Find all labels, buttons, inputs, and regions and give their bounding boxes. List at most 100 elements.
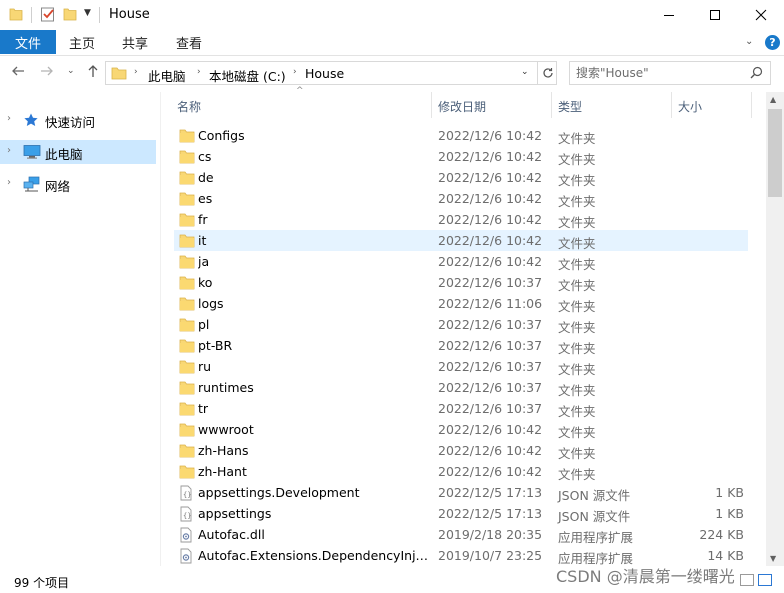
column-headers: ^ 名称 修改日期 类型 大小 — [170, 86, 766, 118]
file-row[interactable]: pt-BR 2022/12/6 10:37 文件夹 — [174, 335, 748, 356]
new-folder-icon[interactable] — [63, 6, 77, 25]
folder-icon — [179, 317, 195, 335]
breadcrumb-separator-icon[interactable]: › — [134, 67, 138, 77]
file-row[interactable]: es 2022/12/6 10:42 文件夹 — [174, 188, 748, 209]
scroll-down-icon[interactable]: ▼ — [770, 554, 776, 563]
breadcrumb-separator-icon[interactable]: › — [197, 67, 201, 77]
refresh-icon — [542, 68, 553, 78]
folder-icon — [179, 170, 195, 188]
sidebar-item-quick-access[interactable]: › 快速访问 — [0, 108, 156, 132]
file-name: zh-Hans — [198, 443, 249, 458]
file-modified-date: 2022/12/6 10:42 — [438, 128, 543, 143]
svg-text:{}: {} — [183, 512, 191, 520]
folder-icon — [179, 359, 195, 377]
file-row[interactable]: {} appsettings 2022/12/5 17:13 JSON 源文件 1 KB — [174, 503, 748, 524]
scroll-up-icon[interactable]: ▲ — [770, 95, 776, 104]
column-header-date[interactable]: 修改日期 — [438, 98, 486, 115]
column-resize-handle[interactable] — [551, 92, 552, 118]
recent-locations-icon[interactable]: ⌄ — [67, 66, 75, 76]
folder-icon — [179, 275, 195, 293]
breadcrumb-this-pc[interactable]: 此电脑 — [148, 66, 186, 85]
ribbon-tabs: 文件 主页 共享 查看 ⌄ ? — [0, 30, 784, 55]
search-input[interactable] — [576, 65, 746, 81]
folder-icon — [179, 464, 195, 482]
file-row[interactable]: logs 2022/12/6 11:06 文件夹 — [174, 293, 748, 314]
tab-view[interactable]: 查看 — [176, 30, 202, 54]
minimize-button[interactable] — [646, 0, 692, 30]
breadcrumb-house[interactable]: House — [305, 66, 344, 81]
forward-button[interactable] — [40, 64, 54, 82]
expand-chevron-icon[interactable]: › — [7, 113, 11, 124]
search-icon[interactable] — [750, 66, 763, 82]
address-bar[interactable]: › 此电脑 › 本地磁盘 (C:) › House ⌄ — [105, 61, 557, 85]
file-row[interactable]: {} appsettings.Development 2022/12/5 17:13… — [174, 482, 748, 503]
file-modified-date: 2022/12/6 10:37 — [438, 338, 543, 353]
file-row[interactable]: zh-Hant 2022/12/6 10:42 文件夹 — [174, 461, 748, 482]
file-row[interactable]: tr 2022/12/6 10:37 文件夹 — [174, 398, 748, 419]
file-modified-date: 2022/12/6 10:37 — [438, 380, 543, 395]
file-type: 文件夹 — [558, 236, 596, 251]
forward-arrow-icon — [41, 66, 53, 76]
file-row[interactable]: de 2022/12/6 10:42 文件夹 — [174, 167, 748, 188]
file-row[interactable]: pl 2022/12/6 10:37 文件夹 — [174, 314, 748, 335]
sidebar-item-network[interactable]: › 网络 — [0, 172, 156, 196]
large-icons-view-icon[interactable] — [758, 574, 772, 586]
maximize-button[interactable] — [692, 0, 738, 30]
tab-file[interactable]: 文件 — [0, 30, 56, 54]
file-type: 应用程序扩展 — [558, 530, 634, 545]
pane-divider[interactable] — [160, 92, 161, 566]
folder-icon — [179, 128, 195, 146]
file-row[interactable]: wwwroot 2022/12/6 10:42 文件夹 — [174, 419, 748, 440]
file-row[interactable]: fr 2022/12/6 10:42 文件夹 — [174, 209, 748, 230]
breadcrumb-separator-icon[interactable]: › — [293, 67, 297, 77]
file-row[interactable]: zh-Hans 2022/12/6 10:42 文件夹 — [174, 440, 748, 461]
file-row[interactable]: it 2022/12/6 10:42 文件夹 — [174, 230, 748, 251]
file-modified-date: 2019/10/7 23:25 — [438, 548, 543, 563]
sidebar-item-label: 快速访问 — [45, 115, 96, 130]
toolbar-separator — [99, 7, 100, 23]
file-row[interactable]: runtimes 2022/12/6 10:37 文件夹 — [174, 377, 748, 398]
properties-icon[interactable] — [40, 6, 56, 25]
customize-toolbar-icon[interactable]: ▼ — [84, 8, 91, 18]
expand-chevron-icon[interactable]: › — [7, 177, 11, 188]
expand-chevron-icon[interactable]: › — [7, 145, 11, 156]
file-row[interactable]: Configs 2022/12/6 10:42 文件夹 — [174, 125, 748, 146]
help-icon[interactable]: ? — [765, 35, 780, 50]
file-type: 文件夹 — [558, 215, 596, 230]
file-type: JSON 源文件 — [558, 488, 631, 503]
scrollbar-thumb[interactable] — [768, 109, 782, 197]
file-row[interactable]: ru 2022/12/6 10:37 文件夹 — [174, 356, 748, 377]
column-header-type[interactable]: 类型 — [558, 98, 582, 115]
file-row[interactable]: ko 2022/12/6 10:37 文件夹 — [174, 272, 748, 293]
file-row[interactable]: ja 2022/12/6 10:42 文件夹 — [174, 251, 748, 272]
folder-icon — [179, 422, 195, 440]
star-icon — [23, 112, 39, 131]
details-view-icon[interactable] — [740, 574, 754, 586]
vertical-scrollbar[interactable]: ▲ ▼ — [766, 92, 784, 566]
column-resize-handle[interactable] — [431, 92, 432, 118]
expand-ribbon-icon[interactable]: ⌄ — [745, 36, 753, 47]
tab-share[interactable]: 共享 — [122, 30, 148, 54]
file-name: Autofac.Extensions.DependencyInjecti... — [198, 548, 430, 563]
close-button[interactable] — [738, 0, 784, 30]
file-name: ko — [198, 275, 213, 290]
file-row[interactable]: Autofac.dll 2019/2/18 20:35 应用程序扩展 224 KB — [174, 524, 748, 545]
file-type: 文件夹 — [558, 446, 596, 461]
back-button[interactable] — [11, 64, 25, 82]
up-button[interactable] — [86, 64, 100, 82]
refresh-button[interactable] — [537, 62, 557, 84]
search-box[interactable] — [569, 61, 771, 85]
address-history-dropdown-icon[interactable]: ⌄ — [521, 67, 529, 77]
file-name: appsettings.Development — [198, 485, 360, 500]
file-row[interactable]: cs 2022/12/6 10:42 文件夹 — [174, 146, 748, 167]
column-resize-handle[interactable] — [751, 92, 752, 118]
column-resize-handle[interactable] — [671, 92, 672, 118]
file-type: 文件夹 — [558, 257, 596, 272]
file-type: 文件夹 — [558, 299, 596, 314]
tab-home[interactable]: 主页 — [69, 30, 95, 54]
minimize-icon — [664, 15, 674, 16]
breadcrumb-local-disk[interactable]: 本地磁盘 (C:) — [209, 66, 286, 85]
sidebar-item-this-pc[interactable]: › 此电脑 — [0, 140, 156, 164]
column-header-name[interactable]: 名称 — [177, 98, 201, 115]
column-header-size[interactable]: 大小 — [678, 98, 702, 115]
